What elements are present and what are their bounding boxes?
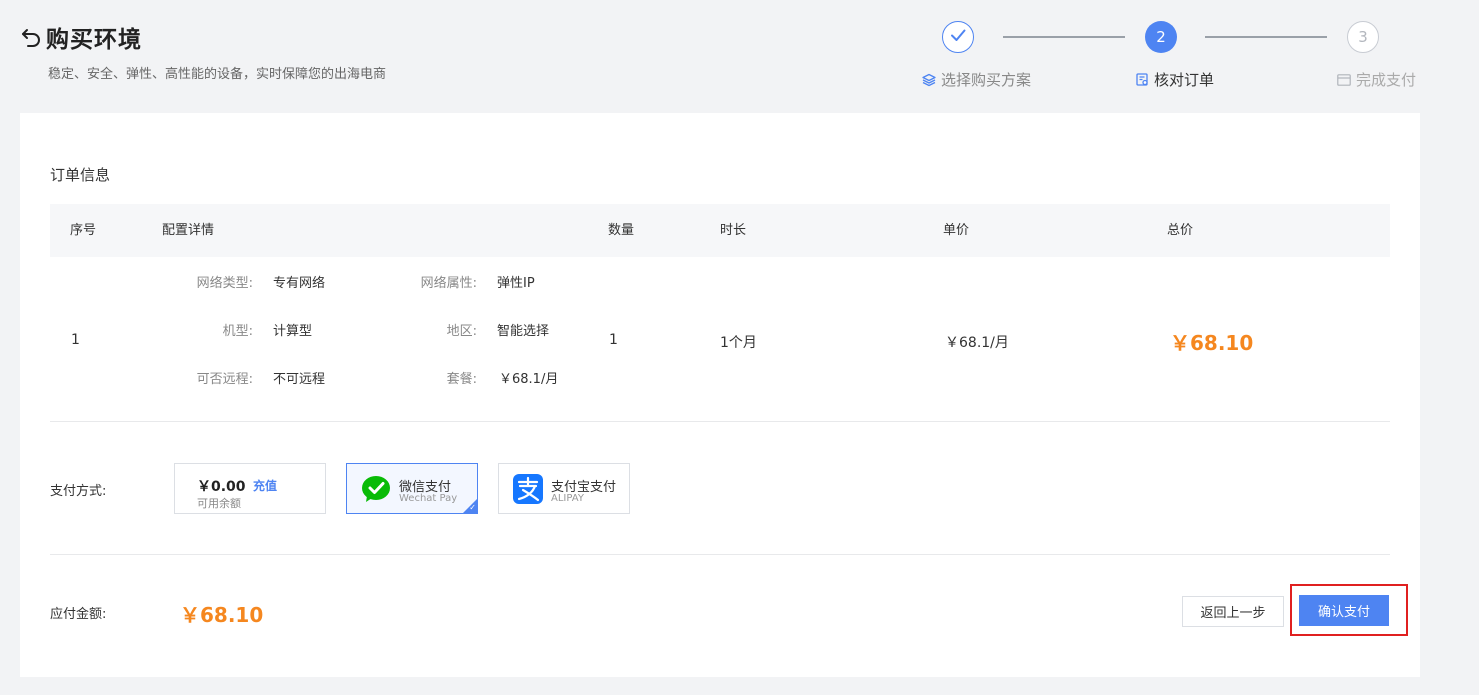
pay-option-wechat[interactable]: 微信支付 Wechat Pay ✓ — [346, 463, 478, 514]
row-unit-price: ￥68.1/月 — [945, 335, 1009, 351]
row-total-price: ￥68.10 — [1170, 331, 1254, 355]
alipay-icon — [513, 474, 543, 504]
order-section-title: 订单信息 — [50, 166, 111, 184]
step-1-label: 选择购买方案 — [922, 69, 1031, 90]
step-1-text: 选择购买方案 — [941, 71, 1032, 89]
amount-due-value: ￥68.10 — [180, 603, 264, 627]
step-connector-1 — [1003, 36, 1125, 38]
step-3-circle: 3 — [1347, 21, 1379, 53]
layers-icon — [922, 73, 936, 87]
balance-amount: ￥0.00 — [197, 479, 246, 495]
table-row: 1 网络类型: 专有网络 网络属性: 弹性IP 机型: 计算型 地区: 智能选择… — [50, 257, 1390, 422]
col-unit-price: 单价 — [943, 223, 970, 238]
detail-label-plan: 套餐: — [446, 372, 477, 387]
wechat-pay-icon — [361, 474, 391, 504]
detail-value-network-type: 专有网络 — [273, 276, 326, 291]
col-index: 序号 — [70, 223, 97, 238]
alipay-subtitle: ALIPAY — [551, 493, 584, 504]
order-table-header: 序号 配置详情 数量 时长 单价 总价 — [50, 204, 1390, 257]
detail-value-machine: 计算型 — [273, 324, 313, 339]
detail-label-remote: 可否远程: — [196, 372, 253, 387]
section-divider — [50, 554, 1390, 555]
selected-check-icon: ✓ — [469, 503, 476, 512]
col-total-price: 总价 — [1167, 223, 1194, 238]
row-index: 1 — [71, 332, 80, 348]
confirm-pay-button[interactable]: 确认支付 — [1299, 595, 1389, 626]
step-1-circle — [942, 21, 974, 53]
step-connector-2 — [1205, 36, 1327, 38]
step-3-label: 完成支付 — [1337, 69, 1416, 90]
back-step-button[interactable]: 返回上一步 — [1182, 596, 1284, 627]
payment-method-label: 支付方式: — [50, 484, 107, 499]
step-3-text: 完成支付 — [1356, 71, 1417, 89]
pay-option-alipay[interactable]: 支付宝支付 ALIPAY — [498, 463, 630, 514]
col-duration: 时长 — [720, 223, 747, 238]
amount-due-label: 应付金额: — [50, 607, 107, 622]
step-indicator: 2 3 选择购买方案 核对订单 完成支付 — [0, 0, 1479, 113]
col-details: 配置详情 — [162, 223, 215, 238]
step-2-label: 核对订单 — [1135, 69, 1214, 90]
detail-label-network-type: 网络类型: — [196, 276, 253, 291]
order-card: 订单信息 序号 配置详情 数量 时长 单价 总价 1 网络类型: 专有网络 网络… — [20, 113, 1420, 677]
detail-label-region: 地区: — [446, 324, 477, 339]
detail-label-machine: 机型: — [222, 324, 253, 339]
check-icon — [949, 26, 967, 48]
detail-value-network-attr: 弹性IP — [497, 276, 535, 291]
step-2-circle: 2 — [1145, 21, 1177, 53]
col-quantity: 数量 — [608, 223, 635, 238]
detail-value-region: 智能选择 — [497, 324, 550, 339]
pay-option-balance[interactable]: ￥0.00 充值 可用余额 — [174, 463, 326, 514]
detail-label-network-attr: 网络属性: — [420, 276, 477, 291]
balance-caption: 可用余额 — [197, 497, 241, 510]
detail-value-remote: 不可远程 — [273, 372, 326, 387]
wechat-pay-subtitle: Wechat Pay — [399, 493, 458, 504]
step-2-text: 核对订单 — [1154, 71, 1215, 89]
row-quantity: 1 — [609, 332, 618, 348]
order-check-icon — [1135, 73, 1149, 87]
recharge-link[interactable]: 充值 — [253, 477, 277, 494]
detail-value-plan: ￥68.1/月 — [499, 372, 559, 387]
row-duration: 1个月 — [720, 335, 757, 351]
payment-card-icon — [1337, 73, 1351, 87]
